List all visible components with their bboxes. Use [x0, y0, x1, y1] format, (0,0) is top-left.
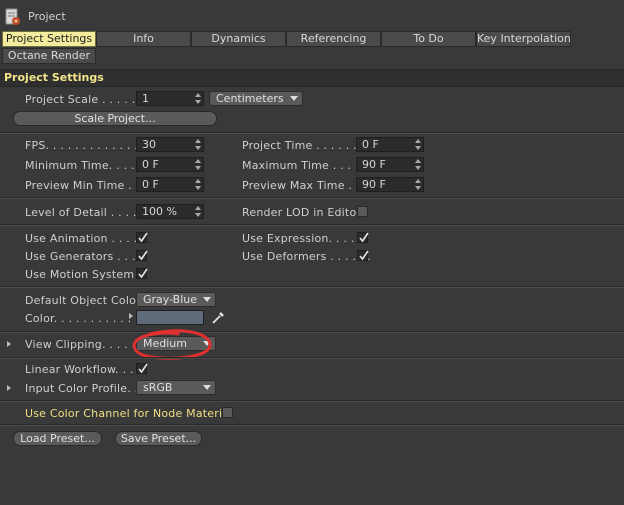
tab-to-do[interactable]: To Do — [381, 31, 476, 47]
stepper-icon[interactable] — [195, 159, 201, 170]
preview-max-label: Preview Max Time . . . — [242, 179, 367, 192]
divider — [0, 287, 624, 288]
render-lod-label: Render LOD in Editor — [242, 206, 362, 219]
min-time-label: Minimum Time. . . . . . — [25, 159, 150, 172]
checkmark-icon — [359, 232, 369, 243]
use-animation-checkbox[interactable] — [136, 232, 148, 243]
scale-unit-dropdown[interactable]: Centimeters — [209, 91, 303, 106]
preview-max-input[interactable]: 90 F — [356, 177, 424, 192]
preview-max-value: 90 F — [362, 178, 386, 191]
tab-info[interactable]: Info — [96, 31, 191, 47]
lod-input[interactable]: 100 % — [136, 204, 204, 219]
scale-project-button[interactable]: Scale Project... — [13, 111, 217, 126]
color-expand-arrow[interactable] — [129, 313, 133, 319]
color-label: Color. . . . . . . . . . . . . — [25, 312, 147, 325]
checkmark-icon — [138, 232, 148, 243]
use-animation-label: Use Animation . . . . . — [25, 232, 145, 245]
project-time-label: Project Time . . . . . . . . — [242, 139, 372, 152]
use-motion-checkbox[interactable] — [136, 268, 148, 279]
project-scale-value: 1 — [142, 92, 149, 105]
chevron-down-icon — [203, 385, 211, 390]
chevron-down-icon — [203, 297, 211, 302]
project-time-input[interactable]: 0 F — [356, 137, 424, 152]
node-material-label: Use Color Channel for Node Material — [25, 407, 233, 420]
use-deformers-label: Use Deformers . . . . . . — [242, 250, 371, 263]
save-preset-button[interactable]: Save Preset... — [115, 431, 202, 446]
stepper-icon[interactable] — [415, 139, 421, 150]
project-settings-icon — [5, 8, 20, 25]
preview-min-label: Preview Min Time . . — [25, 179, 140, 192]
divider — [0, 225, 624, 226]
stepper-icon[interactable] — [415, 179, 421, 190]
stepper-icon[interactable] — [195, 179, 201, 190]
fps-input[interactable]: 30 — [136, 137, 204, 152]
max-time-value: 90 F — [362, 158, 386, 171]
divider — [0, 425, 624, 426]
use-motion-label: Use Motion System — [25, 268, 135, 281]
use-generators-label: Use Generators . . . . — [25, 250, 144, 263]
lod-label: Level of Detail . . . . . — [25, 206, 145, 219]
lod-value: 100 % — [142, 205, 177, 218]
linear-workflow-label: Linear Workflow. . . . — [25, 363, 142, 376]
scale-unit-value: Centimeters — [216, 92, 284, 105]
divider — [0, 332, 624, 333]
fps-label: FPS. . . . . . . . . . . . . . . — [25, 139, 153, 152]
use-generators-checkbox[interactable] — [136, 250, 148, 261]
max-time-label: Maximum Time . . . . . . — [242, 159, 374, 172]
checkmark-icon — [359, 250, 369, 261]
divider — [0, 198, 624, 199]
min-time-input[interactable]: 0 F — [136, 157, 204, 172]
min-time-value: 0 F — [142, 158, 159, 171]
tab-referencing[interactable]: Referencing — [286, 31, 381, 47]
load-preset-button[interactable]: Load Preset... — [13, 431, 102, 446]
stepper-icon[interactable] — [195, 139, 201, 150]
tab-key-interpolation[interactable]: Key Interpolation — [476, 31, 571, 47]
input-color-expand[interactable] — [7, 385, 11, 391]
divider — [0, 401, 624, 402]
max-time-input[interactable]: 90 F — [356, 157, 424, 172]
preview-min-value: 0 F — [142, 178, 159, 191]
section-header: Project Settings — [0, 69, 624, 87]
fps-value: 30 — [142, 138, 156, 151]
chevron-down-icon — [290, 96, 298, 101]
default-object-color-label: Default Object Color — [25, 294, 141, 307]
stepper-icon[interactable] — [415, 159, 421, 170]
divider — [0, 358, 624, 359]
default-object-color-value: Gray-Blue — [143, 293, 198, 306]
view-clipping-expand[interactable] — [7, 341, 11, 347]
use-deformers-checkbox[interactable] — [357, 250, 369, 261]
linear-workflow-checkbox[interactable] — [136, 363, 148, 374]
input-color-profile-dropdown[interactable]: sRGB — [136, 380, 216, 395]
checkmark-icon — [138, 268, 148, 279]
use-expression-label: Use Expression. . . . . . — [242, 232, 370, 245]
project-time-value: 0 F — [362, 138, 379, 151]
window-title: Project — [28, 10, 66, 23]
stepper-icon[interactable] — [195, 206, 201, 217]
checkmark-icon — [138, 363, 148, 374]
tab-octane-render[interactable]: Octane Render — [2, 48, 96, 64]
tab-dynamics[interactable]: Dynamics — [191, 31, 286, 47]
default-object-color-dropdown[interactable]: Gray-Blue — [136, 292, 216, 307]
use-expression-checkbox[interactable] — [357, 232, 369, 243]
tab-project-settings[interactable]: Project Settings — [2, 31, 96, 47]
project-scale-label: Project Scale . . . . . . . — [25, 93, 151, 106]
input-color-profile-value: sRGB — [143, 381, 173, 394]
title-bar: Project — [0, 0, 624, 32]
divider — [0, 133, 624, 134]
color-swatch[interactable] — [136, 310, 204, 325]
eyedropper-icon[interactable] — [211, 310, 226, 325]
stepper-icon[interactable] — [195, 93, 201, 104]
input-color-profile-label: Input Color Profile. . . — [25, 382, 146, 395]
render-lod-checkbox[interactable] — [357, 206, 368, 217]
checkmark-icon — [138, 250, 148, 261]
node-material-checkbox[interactable] — [222, 407, 233, 418]
project-scale-input[interactable]: 1 — [136, 91, 204, 106]
preview-min-input[interactable]: 0 F — [136, 177, 204, 192]
